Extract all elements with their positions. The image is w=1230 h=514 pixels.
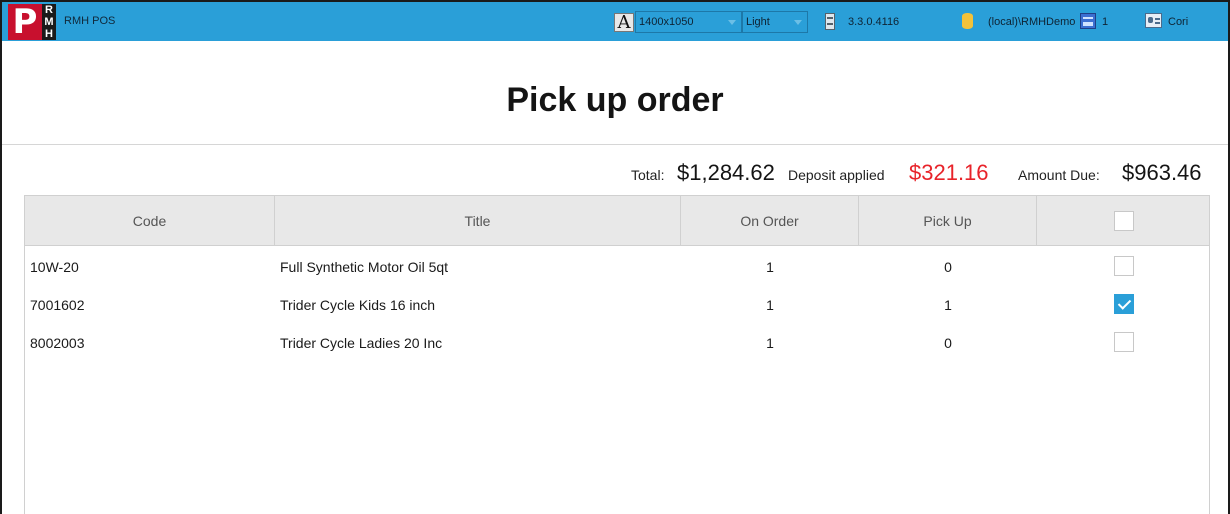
table-row[interactable]: 8002003 Trider Cycle Ladies 20 Inc 1 0 <box>25 324 1209 362</box>
app-title: RMH POS <box>64 15 116 27</box>
select-all-checkbox[interactable] <box>1114 211 1134 231</box>
deposit-label: Deposit applied <box>788 167 885 183</box>
resolution-value: 1400x1050 <box>639 16 694 28</box>
version-text: 3.3.0.4116 <box>848 15 900 28</box>
row-checkbox[interactable] <box>1114 294 1134 314</box>
order-items-grid: Code Title On Order Pick Up 10W-20 Full … <box>24 195 1210 514</box>
amount-due-value: $963.46 <box>1122 160 1202 185</box>
chevron-down-icon <box>794 20 802 25</box>
chevron-down-icon <box>728 20 736 25</box>
deposit-value: $321.16 <box>909 160 989 185</box>
total-label: Total: <box>631 167 665 183</box>
page-title: Pick up order <box>506 81 724 119</box>
column-header-pick-up[interactable]: Pick Up <box>859 196 1037 246</box>
font-size-icon[interactable]: A <box>614 13 634 32</box>
column-header-code[interactable]: Code <box>25 196 275 246</box>
row-title: Trider Cycle Kids 16 inch <box>280 297 436 313</box>
logo-letter-m: M <box>42 16 56 28</box>
logo-letter-h: H <box>42 28 56 40</box>
database-icon <box>962 13 973 29</box>
row-pick-up[interactable]: 1 <box>859 297 1037 313</box>
row-on-order: 1 <box>766 335 774 351</box>
column-header-on-order[interactable]: On Order <box>681 196 859 246</box>
row-code: 7001602 <box>30 297 85 313</box>
logo-rmh-stack: R M H <box>42 4 56 40</box>
row-pick-up[interactable]: 0 <box>859 259 1037 275</box>
row-on-order: 1 <box>766 259 774 275</box>
row-title: Full Synthetic Motor Oil 5qt <box>280 259 449 275</box>
user-text: Cori <box>1168 15 1189 28</box>
server-icon <box>825 13 835 30</box>
row-code: 8002003 <box>30 335 85 351</box>
row-checkbox[interactable] <box>1114 256 1134 276</box>
app-window: P R M H RMH POS A 1400x1050 Light 3.3.0.… <box>0 0 1230 514</box>
total-value: $1,284.62 <box>677 160 775 185</box>
row-checkbox[interactable] <box>1114 332 1134 352</box>
row-title: Trider Cycle Ladies 20 Inc <box>280 335 443 351</box>
row-pick-up[interactable]: 0 <box>859 335 1037 351</box>
logo-letter-r: R <box>42 4 56 16</box>
theme-value: Light <box>746 16 770 28</box>
amount-due-label: Amount Due: <box>1018 167 1100 183</box>
table-row[interactable]: 10W-20 Full Synthetic Motor Oil 5qt 1 0 <box>25 248 1209 286</box>
title-band: Pick up order <box>2 41 1228 145</box>
register-icon <box>1080 13 1096 29</box>
row-code: 10W-20 <box>30 259 79 275</box>
column-header-title[interactable]: Title <box>275 196 681 246</box>
top-bar: P R M H RMH POS A 1400x1050 Light 3.3.0.… <box>2 2 1228 41</box>
database-text: (local)\RMHDemo <box>988 15 1076 28</box>
logo-letter-p: P <box>8 4 42 40</box>
row-on-order: 1 <box>766 297 774 313</box>
register-text: 1 <box>1102 15 1109 28</box>
totals-bar: Total: $1,284.62 Deposit applied $321.16… <box>2 154 1228 190</box>
column-header-select <box>1037 196 1209 246</box>
resolution-select[interactable]: 1400x1050 <box>635 11 742 33</box>
theme-select[interactable]: Light <box>742 11 808 33</box>
rmh-logo: P R M H <box>8 4 58 40</box>
table-row[interactable]: 7001602 Trider Cycle Kids 16 inch 1 1 <box>25 286 1209 324</box>
grid-header: Code Title On Order Pick Up <box>25 195 1209 246</box>
user-card-icon <box>1145 13 1162 28</box>
